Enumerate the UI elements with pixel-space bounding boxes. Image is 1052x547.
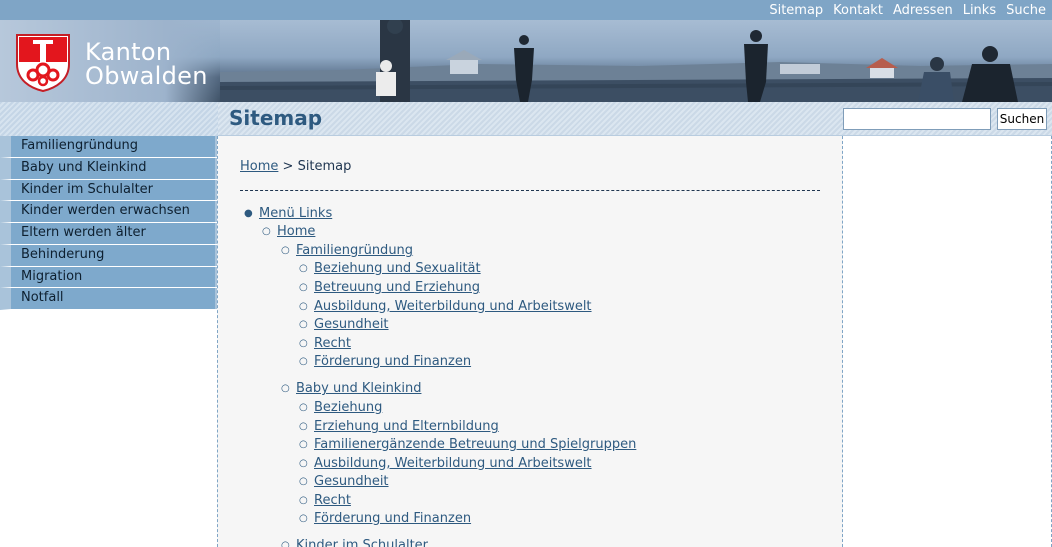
- bullet-circle-icon: ○: [281, 383, 290, 394]
- top-link-kontakt[interactable]: Kontakt: [833, 3, 883, 18]
- sidebar-item-label: Migration: [21, 268, 83, 284]
- top-link-bar: Sitemap Kontakt Adressen Links Suche: [0, 0, 1052, 20]
- top-link-links[interactable]: Links: [963, 3, 996, 18]
- bullet-circle-icon: ○: [299, 458, 308, 469]
- sitemap-link[interactable]: Betreuung und Erziehung: [314, 280, 480, 295]
- logo[interactable]: Kanton Obwalden: [0, 20, 220, 102]
- sitemap-link[interactable]: Förderung und Finanzen: [314, 511, 471, 526]
- top-link-suche[interactable]: Suche: [1006, 3, 1046, 18]
- bullet-circle-icon: ○: [299, 338, 308, 349]
- bullet-circle-icon: ○: [299, 476, 308, 487]
- sitemap-link[interactable]: Ausbildung, Weiterbildung und Arbeitswel…: [314, 456, 592, 471]
- sidebar-nav: Familiengründung Baby und Kleinkind Kind…: [0, 136, 218, 310]
- sitemap-link[interactable]: Recht: [314, 336, 351, 351]
- bullet-circle-icon: ○: [299, 301, 308, 312]
- sidebar-item-familiengruendung[interactable]: Familiengründung: [0, 136, 218, 158]
- logo-text: Kanton Obwalden: [85, 40, 208, 88]
- sidebar-header: [0, 102, 218, 136]
- sidebar-item-label: Familiengründung: [21, 138, 139, 153]
- bullet-circle-icon: ○: [262, 226, 271, 237]
- top-link-sitemap[interactable]: Sitemap: [769, 3, 823, 18]
- sitemap-link[interactable]: Beziehung: [314, 400, 382, 415]
- sidebar-item-eltern-werden-aelter[interactable]: Eltern werden älter: [0, 223, 218, 245]
- top-links: Sitemap Kontakt Adressen Links Suche: [769, 0, 1046, 20]
- bullet-circle-icon: ○: [299, 439, 308, 450]
- sidebar-item-behinderung[interactable]: Behinderung: [0, 244, 218, 267]
- sidebar-item-label: Kinder werden erwachsen: [21, 203, 190, 219]
- bullet-circle-icon: ○: [299, 356, 308, 367]
- search-input[interactable]: [843, 108, 991, 130]
- sitemap-link[interactable]: Recht: [314, 493, 351, 508]
- sitemap-link[interactable]: Förderung und Finanzen: [314, 354, 471, 369]
- sidebar-item-label: Kinder im Schulalter: [21, 181, 154, 197]
- header-photo: [220, 20, 1052, 102]
- page-title: Sitemap: [229, 106, 323, 130]
- bullet-circle-icon: ○: [299, 402, 308, 413]
- sitemap-link[interactable]: Erziehung und Elternbildung: [314, 419, 499, 434]
- header-banner: Kanton Obwalden: [0, 20, 1052, 102]
- sidebar-item-kinder-im-schulalter[interactable]: Kinder im Schulalter: [0, 179, 218, 202]
- breadcrumb: Home > Sitemap: [240, 159, 351, 174]
- bullet-circle-icon: ○: [299, 495, 308, 506]
- sidebar-item-kinder-werden-erwachsen[interactable]: Kinder werden erwachsen: [0, 201, 218, 223]
- bullet-circle-icon: ○: [299, 282, 308, 293]
- sitemap-link-baby-und-kleinkind[interactable]: Baby und Kleinkind: [296, 381, 421, 396]
- sidebar-item-label: Baby und Kleinkind: [21, 159, 147, 175]
- bullet-disc-icon: ●: [244, 208, 253, 219]
- right-column: [843, 136, 1052, 547]
- bullet-circle-icon: ○: [299, 263, 308, 274]
- logo-text-line2: Obwalden: [85, 62, 208, 90]
- sidebar-item-label: Notfall: [21, 290, 64, 306]
- sidebar-item-label: Eltern werden älter: [21, 225, 146, 240]
- bullet-circle-icon: ○: [281, 540, 290, 547]
- top-link-adressen[interactable]: Adressen: [893, 3, 953, 18]
- bullet-circle-icon: ○: [281, 245, 290, 256]
- sitemap-link[interactable]: Familienergänzende Betreuung und Spielgr…: [314, 437, 636, 452]
- logo-text-line1: Kanton: [85, 38, 172, 66]
- sitemap-link[interactable]: Gesundheit: [314, 474, 389, 489]
- sidebar-item-notfall[interactable]: Notfall: [0, 288, 218, 310]
- sitemap-link-kinder-im-schulalter[interactable]: Kinder im Schulalter: [296, 538, 428, 547]
- sitemap-link-home[interactable]: Home: [277, 224, 315, 239]
- sitemap-link-menu-links[interactable]: Menü Links: [259, 206, 332, 221]
- coat-of-arms-icon: [16, 34, 70, 92]
- bullet-circle-icon: ○: [299, 513, 308, 524]
- sitemap-link-familiengruendung[interactable]: Familiengründung: [296, 243, 413, 258]
- sidebar-item-migration[interactable]: Migration: [0, 266, 218, 289]
- title-bar: Sitemap Suchen: [218, 102, 1052, 136]
- search-button[interactable]: Suchen: [997, 108, 1047, 130]
- bullet-circle-icon: ○: [299, 421, 308, 432]
- sitemap-link[interactable]: Gesundheit: [314, 317, 389, 332]
- sidebar-item-label: Behinderung: [21, 246, 105, 262]
- bullet-circle-icon: ○: [299, 319, 308, 330]
- breadcrumb-home-link[interactable]: Home: [240, 159, 278, 174]
- sitemap-link[interactable]: Beziehung und Sexualität: [314, 261, 481, 276]
- sitemap-link[interactable]: Ausbildung, Weiterbildung und Arbeitswel…: [314, 299, 592, 314]
- breadcrumb-current: Sitemap: [297, 159, 352, 174]
- sidebar-item-baby-und-kleinkind[interactable]: Baby und Kleinkind: [0, 157, 218, 180]
- divider: [240, 190, 820, 191]
- breadcrumb-separator: >: [278, 159, 298, 174]
- main-content: Home > Sitemap ● Menü Links ○ Home ○ Fam…: [217, 136, 843, 547]
